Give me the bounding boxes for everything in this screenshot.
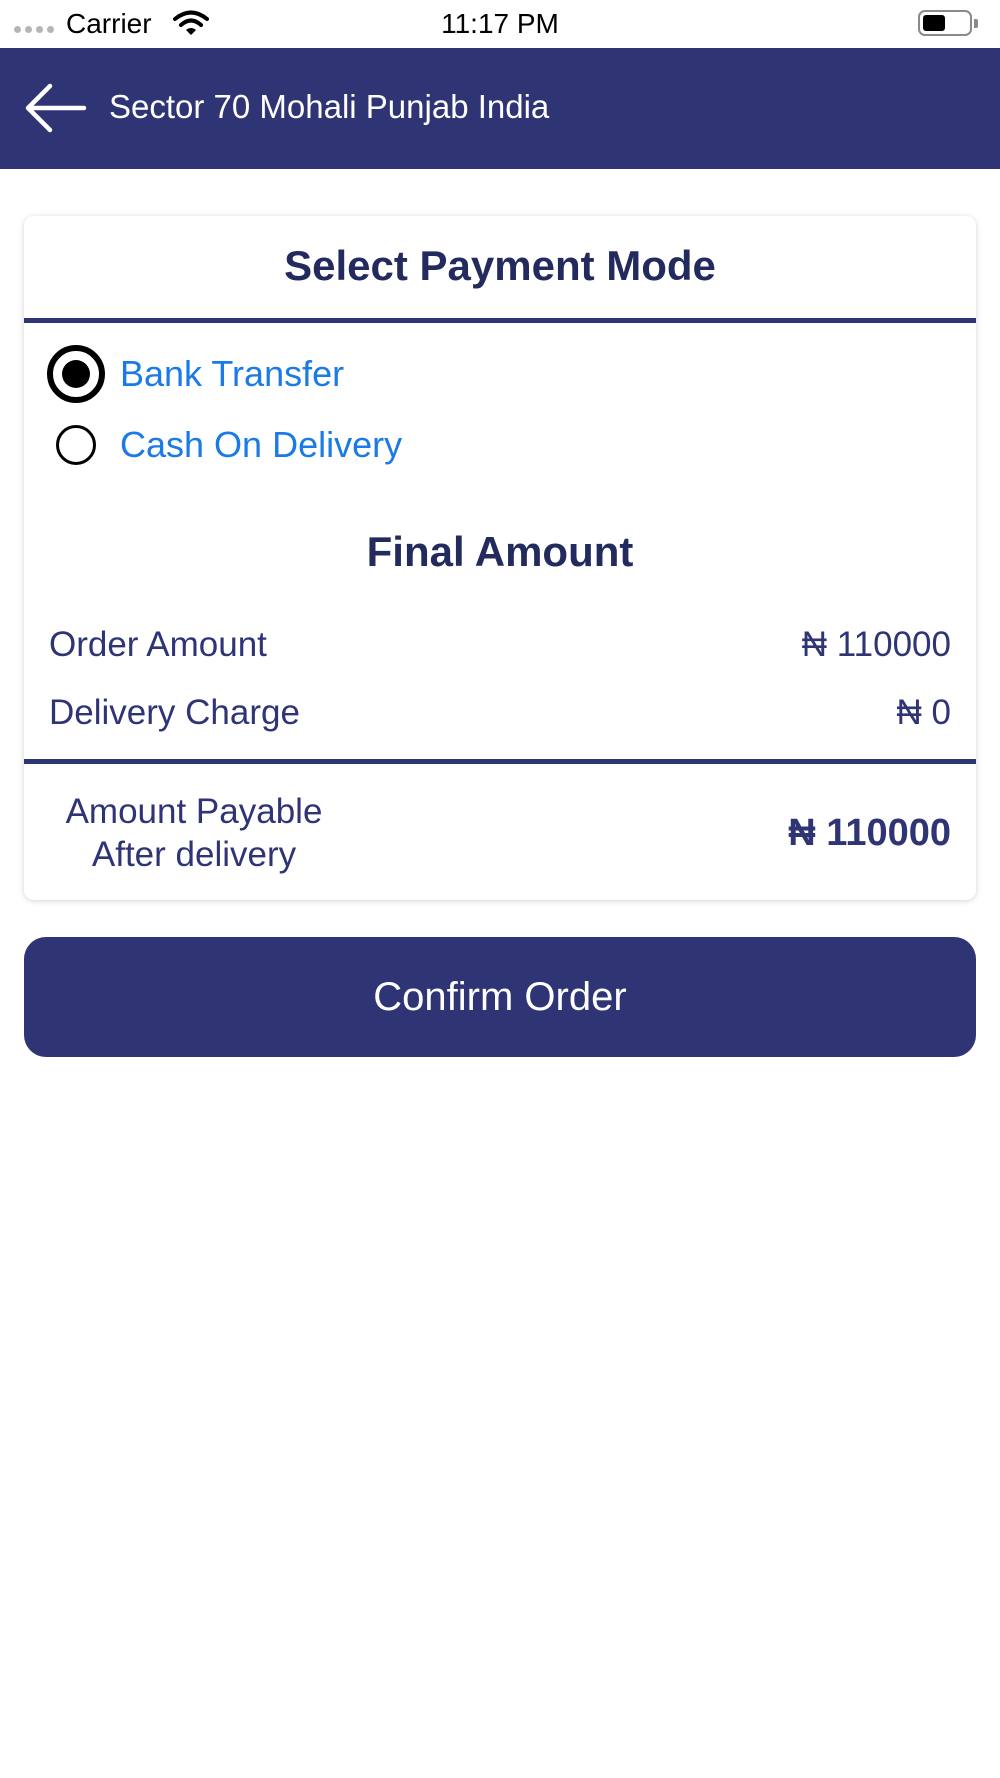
arrow-left-icon — [25, 83, 87, 133]
status-time: 11:17 PM — [441, 8, 559, 39]
order-amount-row: Order Amount ₦ 110000 — [49, 625, 951, 665]
amount-payable-label: Amount Payable After delivery — [44, 790, 344, 876]
amount-payable-line1: Amount Payable — [65, 792, 323, 831]
payment-option-cash-on-delivery[interactable]: Cash On Delivery — [46, 415, 402, 475]
order-amount-value: ₦ 110000 — [801, 625, 951, 664]
status-bar: Carrier 11:17 PM — [0, 0, 1000, 48]
app-header: Sector 70 Mohali Punjab India — [0, 48, 1000, 169]
final-amount-title: Final Amount — [366, 528, 634, 575]
order-amount-label: Order Amount — [49, 625, 267, 664]
payment-option-bank-transfer[interactable]: Bank Transfer — [46, 344, 344, 404]
delivery-charge-value: ₦ 0 — [896, 693, 951, 732]
payment-option-label[interactable]: Cash On Delivery — [120, 424, 402, 466]
delivery-charge-row: Delivery Charge ₦ 0 — [49, 693, 951, 733]
radio-selected-icon[interactable] — [46, 344, 106, 404]
confirm-order-button[interactable]: Confirm Order — [24, 937, 976, 1057]
battery-icon — [918, 10, 978, 36]
divider — [24, 759, 976, 764]
amount-payable-line2: After delivery — [91, 835, 297, 874]
payment-mode-title: Select Payment Mode — [284, 242, 716, 289]
radio-unselected-icon[interactable] — [46, 415, 106, 475]
payment-card: Select Payment Mode Bank Transfer Cash O… — [24, 216, 976, 900]
header-title: Sector 70 Mohali Punjab India — [109, 88, 550, 125]
divider — [24, 318, 976, 323]
delivery-charge-label: Delivery Charge — [49, 693, 300, 732]
amount-payable-value: ₦ 110000 — [788, 812, 951, 854]
payment-option-label[interactable]: Bank Transfer — [120, 353, 344, 395]
back-button[interactable] — [20, 78, 90, 138]
